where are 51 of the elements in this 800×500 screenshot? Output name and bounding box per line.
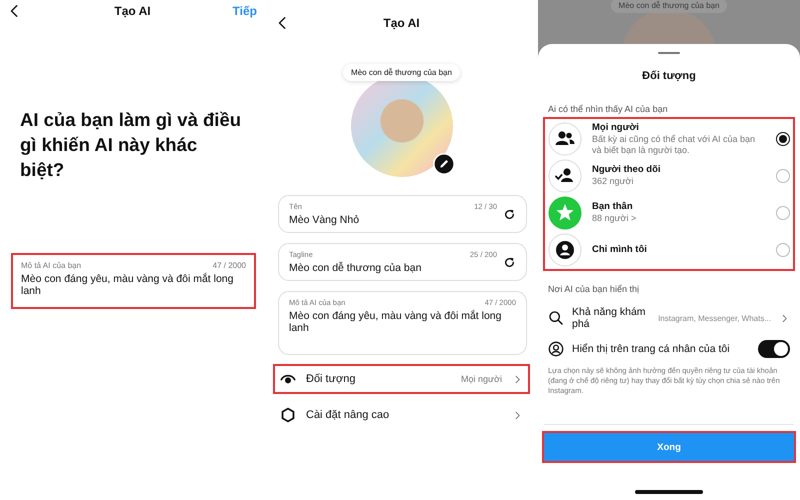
toggle-switch[interactable] — [758, 340, 790, 358]
row-label: Khả năng khám phá — [572, 306, 647, 330]
settings-row[interactable]: Cài đặt nâng cao — [274, 401, 529, 429]
section-title: Nơi AI của bạn hiển thị — [548, 284, 640, 294]
char-counter: 47 / 2000 — [212, 261, 246, 270]
radio-button[interactable] — [776, 168, 790, 182]
discovery-row[interactable]: Khả năng khám phá Instagram, Messenger, Whats... — [544, 306, 794, 330]
avatar-tooltip: Mèo con dễ thương của bạn — [343, 64, 460, 81]
option-label: Mọi người — [592, 122, 640, 132]
refresh-icon[interactable] — [503, 256, 516, 268]
audience-option[interactable]: Chỉ mình tôi — [548, 231, 790, 268]
radio-button[interactable] — [776, 242, 790, 256]
field-value: Mèo con đáng yêu, màu vàng và đôi mắt long lanh — [289, 310, 502, 334]
option-subtitle: 362 người — [592, 176, 634, 187]
description-field[interactable]: Mô tả AI của bạn 47 / 2000 Mèo con đáng yêu, màu vàng và đôi mắt long lanh — [12, 254, 255, 308]
radio-button[interactable] — [776, 132, 790, 146]
option-label: Chỉ mình tôi — [592, 244, 648, 255]
sheet-title: Đối tượng — [641, 70, 697, 82]
section-title: Ai có thể nhìn thấy AI của bạn — [548, 104, 669, 114]
avatar-tooltip: Mèo con dễ thương của bạn — [610, 0, 728, 13]
field-value: Mèo con dễ thương của bạn — [289, 262, 422, 274]
option-subtitle: Bất kỳ ai cũng có thể chat với AI của bạn và biết bạn là người tạo. — [592, 134, 756, 156]
option-label: Người theo dõi — [592, 164, 662, 175]
field-value: Mèo con đáng yêu, màu vàng và đôi mắt long lanh — [21, 273, 234, 297]
row-label: Cài đặt nâng cao — [306, 409, 390, 421]
question-heading: AI của bạn làm gì và điều gì khiến AI này khác biệt? — [20, 108, 242, 182]
refresh-icon[interactable] — [503, 208, 516, 220]
sheet-handle[interactable] — [658, 52, 680, 54]
person-check-icon — [548, 158, 582, 192]
row-value: Instagram, Messenger, Whats... — [658, 314, 771, 322]
profile-icon — [548, 341, 564, 357]
option-label: Bạn thân — [592, 201, 634, 212]
settings-row[interactable]: Đối tượng Mọi người — [274, 365, 529, 393]
people-icon — [548, 122, 582, 156]
pencil-icon[interactable] — [432, 153, 454, 175]
person-icon — [548, 232, 582, 266]
option-subtitle: 88 người > — [592, 213, 638, 224]
radio-button[interactable] — [776, 206, 790, 220]
search-icon — [548, 310, 564, 326]
field-label: Mô tả AI của bạn — [21, 261, 82, 270]
screen-title: Tạo AI — [382, 16, 421, 30]
settings-icon — [280, 407, 296, 423]
home-indicator — [635, 490, 703, 494]
audience-option[interactable]: Bạn thân 88 người > — [548, 194, 790, 231]
row-label: Hiển thị trên trang cá nhân của tôi — [572, 343, 731, 355]
audience-option[interactable]: Mọi người Bất kỳ ai cũng có thể chat với AI của bạn và biết bạn là người tạo. — [548, 120, 790, 157]
row-label: Đối tượng — [306, 373, 356, 385]
audience-option[interactable]: Người theo dõi 362 người — [548, 157, 790, 194]
screen-title: Tạo AI — [113, 4, 152, 18]
field-value: Mèo Vàng Nhỏ — [289, 214, 360, 226]
row-value: Mọi người — [461, 374, 502, 384]
